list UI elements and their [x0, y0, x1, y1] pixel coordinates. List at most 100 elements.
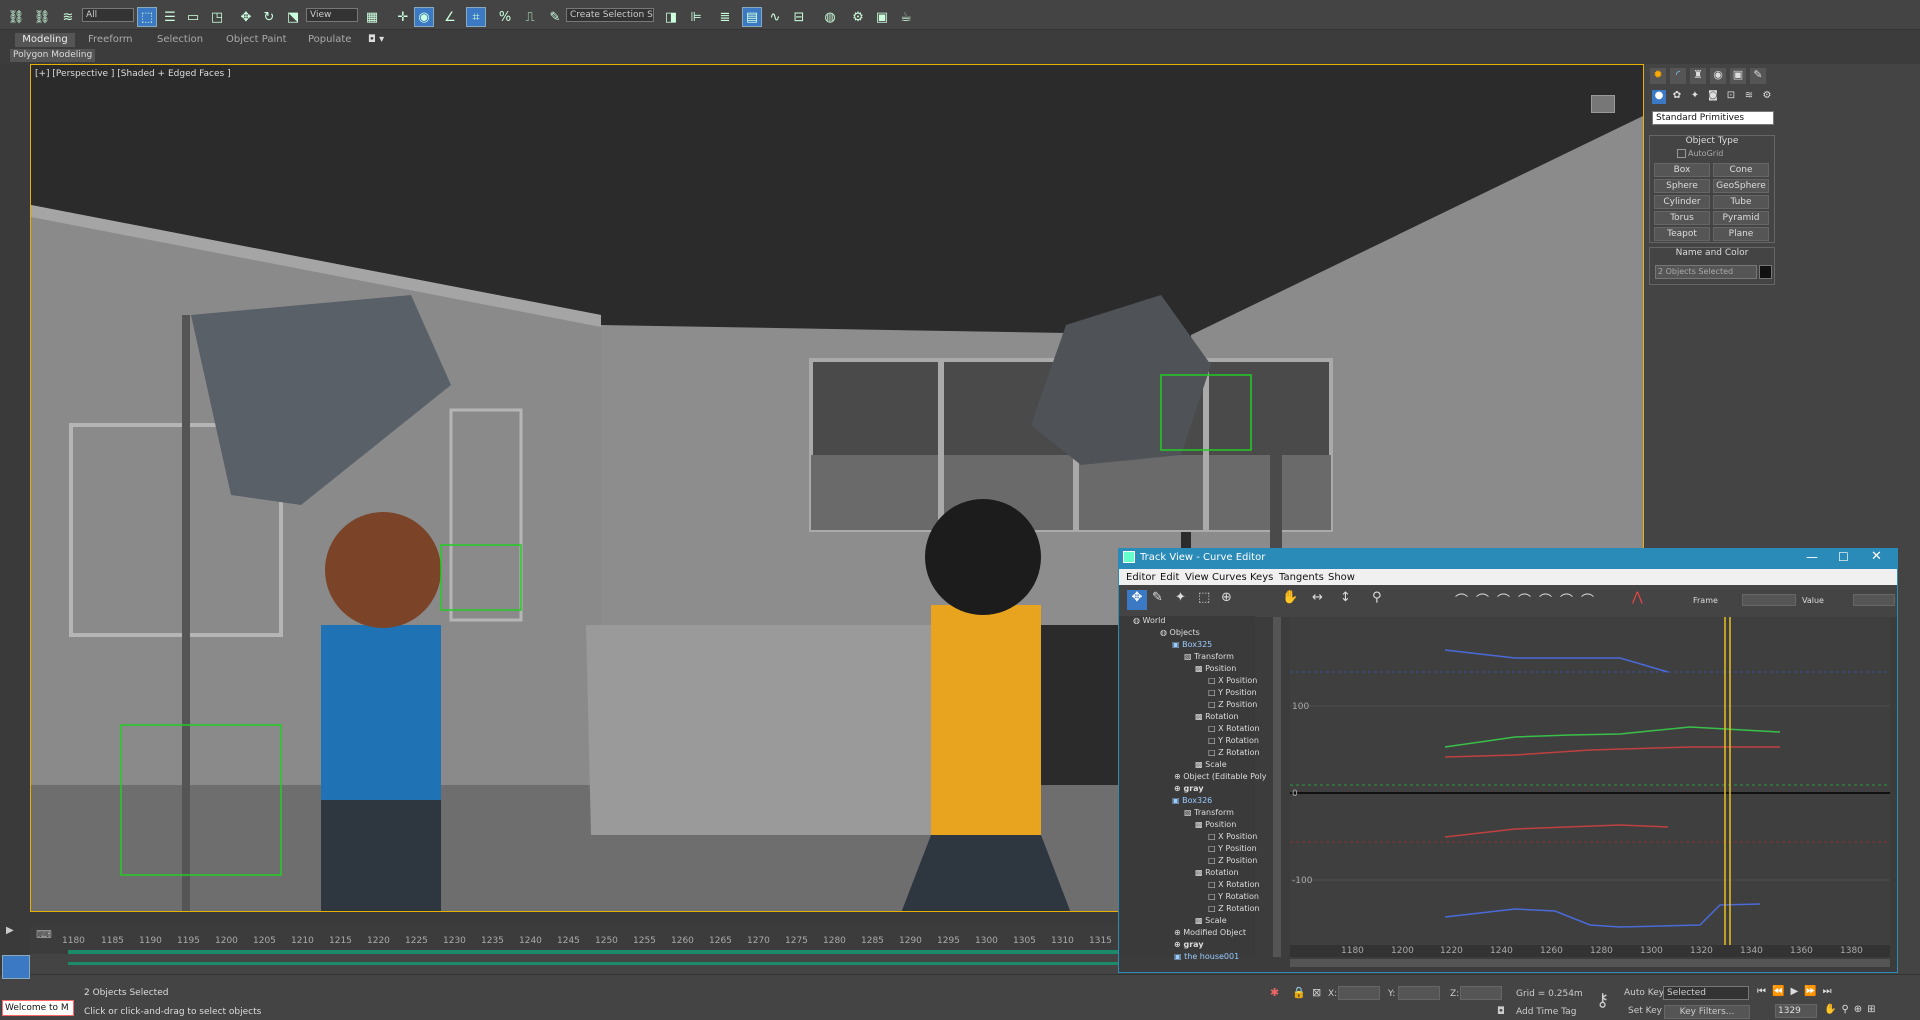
utilities-tab-icon[interactable]: ✎	[1750, 68, 1766, 84]
object-name-field[interactable]: 2 Objects Selected	[1655, 265, 1757, 279]
scene-explorer-icon[interactable]: ▤	[742, 7, 762, 27]
geosphere-button[interactable]: GeoSphere	[1713, 179, 1769, 193]
menu-edit[interactable]: Edit	[1160, 572, 1179, 583]
tree-rotation[interactable]: ▩ Rotation	[1195, 867, 1239, 879]
menu-tangents[interactable]: Tangents	[1279, 572, 1324, 583]
teapot-button[interactable]: Teapot	[1654, 227, 1710, 241]
x-coord-field[interactable]	[1338, 986, 1380, 1000]
key-filters-button[interactable]: Key Filters...	[1664, 1005, 1750, 1019]
hierarchy-tab-icon[interactable]: ♜	[1690, 68, 1706, 84]
tree-scale[interactable]: ▩ Scale	[1195, 759, 1227, 771]
tree-x-position[interactable]: □ X Position	[1208, 675, 1257, 687]
tree-x-rotation[interactable]: □ X Rotation	[1208, 723, 1260, 735]
material-editor-icon[interactable]: ◍	[820, 7, 840, 27]
ribbon-tab-selection[interactable]: Selection	[157, 33, 203, 47]
modify-tab-icon[interactable]: ◜	[1670, 68, 1686, 84]
layer-icon[interactable]: ≣	[715, 7, 735, 27]
move-icon[interactable]: ✥	[236, 7, 256, 27]
ribbon-tab-populate[interactable]: Populate	[308, 33, 351, 47]
move-keys-icon[interactable]: ✥	[1127, 590, 1147, 610]
maxscript-listener[interactable]	[2, 955, 30, 979]
left-play-icon[interactable]: ▶	[6, 925, 14, 936]
menu-view[interactable]: View	[1185, 572, 1209, 583]
isolate-icon[interactable]: ✱	[1270, 986, 1279, 999]
y-coord-field[interactable]	[1398, 986, 1440, 1000]
maximize-icon[interactable]: ☐	[1838, 550, 1849, 564]
unlink-icon[interactable]: ⛓	[32, 7, 52, 27]
menu-curves[interactable]: Curves	[1212, 572, 1247, 583]
systems-icon[interactable]: ⚙	[1760, 90, 1774, 104]
welcome-field[interactable]: Welcome to M	[2, 1000, 74, 1016]
display-tab-icon[interactable]: ▣	[1730, 68, 1746, 84]
curve-graph[interactable]	[1290, 617, 1890, 957]
select-object-icon[interactable]: ⬚	[137, 7, 157, 27]
tree-gray[interactable]: ⊕ gray	[1174, 783, 1204, 795]
tree-rotation[interactable]: ▩ Rotation	[1195, 711, 1239, 723]
sphere-button[interactable]: Sphere	[1654, 179, 1710, 193]
menu-show[interactable]: Show	[1328, 572, 1355, 583]
time-tag-icon[interactable]: ◘	[1497, 1006, 1505, 1017]
tree-modified-object[interactable]: ⊕ Modified Object	[1174, 927, 1246, 939]
tree-transform[interactable]: ▧ Transform	[1184, 807, 1234, 819]
spacewarps-icon[interactable]: ≋	[1742, 90, 1756, 104]
object-color-swatch[interactable]	[1759, 265, 1772, 279]
tree-transform[interactable]: ▧ Transform	[1184, 651, 1234, 663]
tree-scrollbar[interactable]	[1273, 617, 1281, 957]
add-keys-icon[interactable]: ✦	[1175, 590, 1186, 605]
torus-button[interactable]: Torus	[1654, 211, 1710, 225]
selection-filter-dropdown[interactable]: All	[82, 8, 134, 22]
curve-hscrollbar[interactable]	[1290, 959, 1890, 967]
shapes-icon[interactable]: ✿	[1670, 90, 1684, 104]
viewcube-icon[interactable]	[1591, 95, 1615, 113]
tree-gray[interactable]: ⊕ gray	[1174, 939, 1204, 951]
selection-lock-icon[interactable]: 🔒	[1292, 986, 1306, 999]
zoom-vertical-icon[interactable]: ↕	[1340, 590, 1351, 605]
curve-editor-toggle-icon[interactable]: ⌨	[36, 928, 52, 941]
time-slider[interactable]	[30, 912, 1118, 924]
tree-z-position[interactable]: □ Z Position	[1208, 855, 1257, 867]
cylinder-button[interactable]: Cylinder	[1654, 195, 1710, 209]
keyframe-strip[interactable]	[68, 950, 1118, 954]
draw-curves-icon[interactable]: ✎	[1152, 590, 1163, 605]
ref-coord-dropdown[interactable]: View	[306, 8, 358, 22]
tree-z-position[interactable]: □ Z Position	[1208, 699, 1257, 711]
zoom-icon[interactable]: ⚲	[1372, 590, 1382, 605]
tree-world[interactable]: ◍ World	[1133, 615, 1165, 627]
edit-named-sel-icon[interactable]: ⎍	[520, 7, 540, 27]
add-time-tag[interactable]: Add Time Tag	[1516, 1007, 1576, 1017]
tree-position[interactable]: ▩ Position	[1195, 663, 1236, 675]
tangent-tools-icon[interactable]: ⌒⌒⌒⌒⌒⌒⌒	[1455, 590, 1635, 609]
nav-controls[interactable]: ✋⚲⊕⊞	[1824, 1004, 1881, 1015]
schematic-icon[interactable]: ⊟	[789, 7, 809, 27]
primitive-type-dropdown[interactable]: Standard Primitives	[1652, 111, 1774, 125]
create-tab-icon[interactable]: ✹	[1650, 68, 1666, 84]
key-mode-dropdown[interactable]: Selected	[1663, 986, 1749, 1000]
close-icon[interactable]: ✕	[1871, 549, 1882, 564]
cone-button[interactable]: Cone	[1713, 163, 1769, 177]
rotate-icon[interactable]: ↻	[259, 7, 279, 27]
cameras-icon[interactable]: ◙	[1706, 90, 1720, 104]
tree-position[interactable]: ▩ Position	[1195, 819, 1236, 831]
align-icon[interactable]: ⊫	[686, 7, 706, 27]
plane-button[interactable]: Plane	[1713, 227, 1769, 241]
snap-toggle-icon[interactable]: ◉	[414, 7, 434, 27]
tree-x-position[interactable]: □ X Position	[1208, 831, 1257, 843]
spinner-snap-icon[interactable]: %	[495, 7, 515, 27]
ribbon-subtitle[interactable]: Polygon Modeling	[10, 49, 96, 62]
tube-button[interactable]: Tube	[1713, 195, 1769, 209]
rect-selection-icon[interactable]: ▭	[183, 7, 203, 27]
z-coord-field[interactable]	[1460, 986, 1502, 1000]
bind-spacewarp-icon[interactable]: ≋	[58, 7, 78, 27]
tree-scale[interactable]: ▩ Scale	[1195, 915, 1227, 927]
named-sel-icon[interactable]: ✎	[545, 7, 565, 27]
mirror-icon[interactable]: ◨	[661, 7, 681, 27]
current-frame-field[interactable]: 1329	[1775, 1004, 1817, 1018]
tree-objects[interactable]: ◍ Objects	[1160, 627, 1200, 639]
frame-field[interactable]	[1742, 594, 1796, 606]
select-keys-icon[interactable]: ⬚	[1198, 590, 1210, 605]
tree-box325[interactable]: ▣ Box325	[1172, 639, 1212, 651]
key-icon[interactable]: ⚷	[1596, 990, 1609, 1011]
render-setup-icon[interactable]: ⚙	[848, 7, 868, 27]
pan-icon[interactable]: ✋	[1282, 590, 1298, 605]
tree-z-rotation[interactable]: □ Z Rotation	[1208, 747, 1260, 759]
